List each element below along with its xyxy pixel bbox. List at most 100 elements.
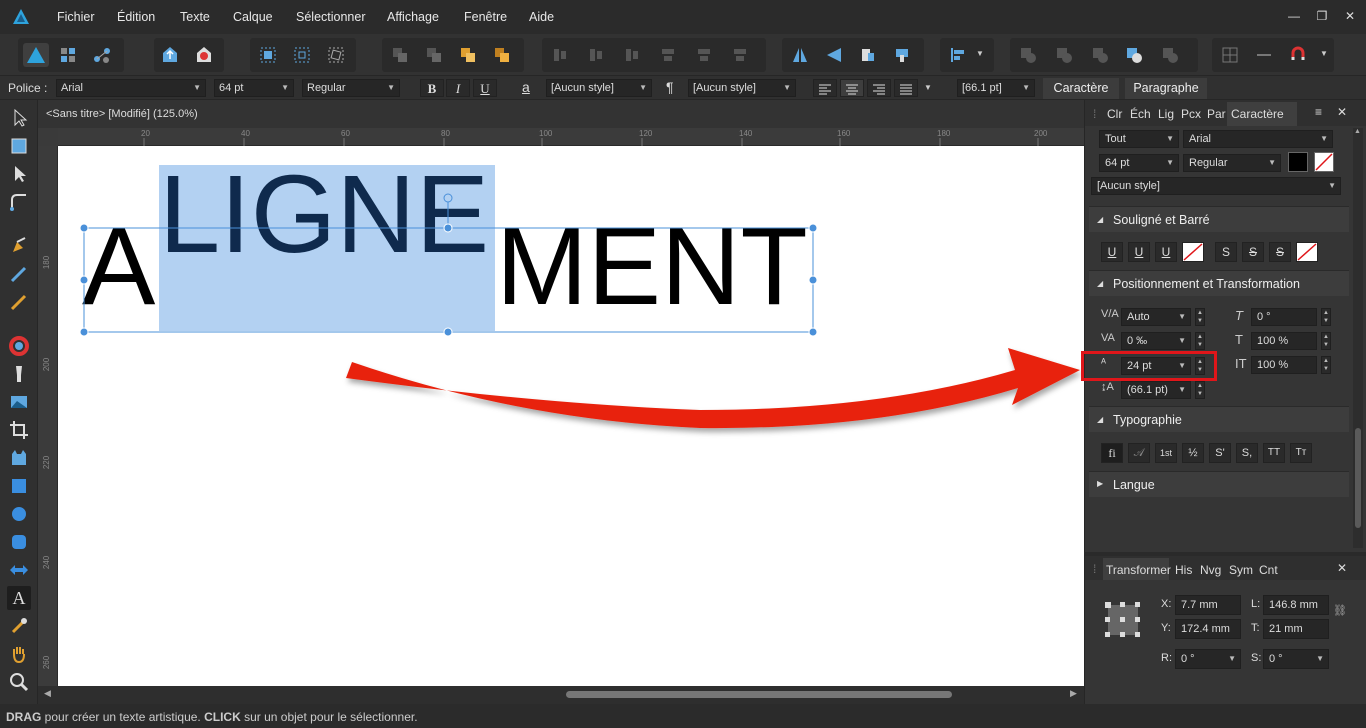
tab-sym[interactable]: Sym [1229,563,1253,577]
chevron-down-icon[interactable]: ▼ [976,49,984,58]
text-color-swatch[interactable] [1288,152,1308,172]
transform-origin-icon[interactable] [292,45,312,65]
y-position-field[interactable]: 172.4 mm [1175,619,1241,639]
rectangle-tool-icon[interactable] [7,474,31,498]
menu-calque[interactable]: Calque [233,10,273,24]
panel-font-style-select[interactable]: Regular ▼ [1183,154,1281,172]
tab-ech[interactable]: Éch [1130,107,1151,121]
tracking-spinner[interactable]: ▲ ▼ [1195,332,1205,350]
horizontal-scale-spinner[interactable]: ▲ ▼ [1321,356,1331,374]
tab-paragraphe[interactable]: Paragraphe [1125,78,1207,99]
close-window-icon[interactable]: ✕ [1340,6,1360,26]
ellipse-tool-icon[interactable] [7,502,31,526]
leading-select[interactable]: [66.1 pt] ▼ [957,79,1035,97]
section-langue[interactable]: ▶ Langue [1089,471,1349,497]
underline-double-button[interactable]: U [1128,242,1150,262]
section-typographie[interactable]: ◢ Typographie [1089,406,1349,432]
select-bounds-icon[interactable] [258,45,278,65]
paragraph-style-select[interactable]: [Aucun style] ▼ [688,79,796,97]
grid-icon[interactable] [1220,45,1240,65]
tab-par[interactable]: Par [1207,107,1226,121]
section-souligne[interactable]: ◢ Souligné et Barré [1089,206,1349,232]
bold-button[interactable]: B [420,79,444,97]
scroll-right-icon[interactable]: ▶ [1070,688,1077,699]
flip-horizontal-icon[interactable] [790,45,810,65]
tab-nvg[interactable]: Nvg [1200,563,1221,577]
panel-scrollbar[interactable]: ▲ [1353,128,1363,548]
place-image-tool-icon[interactable] [7,390,31,414]
move-front-icon[interactable] [492,45,512,65]
panel-close-icon[interactable]: ✕ [1337,561,1347,575]
chevron-down-icon[interactable]: ▼ [1320,49,1328,58]
height-field[interactable]: 21 mm [1263,619,1329,639]
superscript-button[interactable]: S' [1209,443,1231,463]
skew-field[interactable]: 0 ° [1251,308,1317,326]
move-tool-icon[interactable] [7,106,31,130]
zoom-tool-icon[interactable] [7,670,31,694]
align-left-text-button[interactable] [813,79,837,97]
align-right-icon[interactable] [622,45,642,65]
panel-font-size-select[interactable]: 64 pt ▼ [1099,154,1179,172]
align-middle-icon[interactable] [694,45,714,65]
pixel-persona-icon[interactable] [58,45,78,65]
add-boolean-icon[interactable] [1018,45,1038,65]
rounded-rectangle-tool-icon[interactable] [7,530,31,554]
vertical-scale-field[interactable]: 100 % [1251,332,1317,350]
x-position-field[interactable]: 7.7 mm [1175,595,1241,615]
tab-pcx[interactable]: Pcx [1181,107,1201,121]
strikethrough-word-button[interactable]: S [1269,242,1291,262]
snapping-magnet-icon[interactable] [1288,45,1308,65]
corner-tool-icon[interactable] [7,190,31,214]
menu-texte[interactable]: Texte [180,10,210,24]
scroll-left-icon[interactable]: ◀ [44,688,51,699]
italic-button[interactable]: I [446,79,470,97]
menu-fichier[interactable]: Fichier [57,10,95,24]
color-picker-tool-icon[interactable] [7,614,31,638]
underline-word-button[interactable]: U [1155,242,1177,262]
strikethrough-double-button[interactable]: S [1242,242,1264,262]
minimize-icon[interactable]: — [1284,6,1304,26]
leading-spinner[interactable]: ▲ ▼ [1195,381,1205,399]
link-proportions-icon[interactable]: ⛓ [1333,604,1347,617]
panel-close-icon[interactable]: ✕ [1337,105,1347,119]
discretionary-ligatures-button[interactable]: 𝒜 [1128,443,1150,463]
fill-tool-icon[interactable] [7,334,31,358]
move-backward-icon[interactable] [424,45,444,65]
export-persona-icon[interactable] [92,45,112,65]
document-canvas[interactable]: A LIGNE MENT [58,146,1084,686]
scrollbar-thumb[interactable] [1355,428,1361,528]
pencil-tool-icon[interactable] [7,262,31,286]
font-size-select[interactable]: 64 pt ▼ [214,79,294,97]
align-left-icon[interactable] [550,45,570,65]
guides-icon[interactable] [1254,45,1274,65]
vector-brush-tool-icon[interactable] [7,290,31,314]
xor-boolean-icon[interactable] [1124,45,1144,65]
align-center-text-button[interactable] [840,79,864,97]
share-icon[interactable] [160,45,180,65]
rotate-right-icon[interactable] [892,45,912,65]
character-style-select[interactable]: [Aucun style] ▼ [546,79,652,97]
underline-color-swatch[interactable] [1182,242,1204,262]
strikethrough-single-button[interactable]: S [1215,242,1237,262]
assistant-icon[interactable] [194,45,214,65]
ligatures-button[interactable]: fi [1101,443,1123,463]
underline-button[interactable]: U [473,79,497,97]
menu-selectionner[interactable]: Sélectionner [296,10,366,24]
move-forward-icon[interactable] [458,45,478,65]
scrollbar-thumb[interactable] [566,691,952,698]
align-right-text-button[interactable] [867,79,891,97]
tab-cnt[interactable]: Cnt [1259,563,1278,577]
rotate-bounds-icon[interactable] [326,45,346,65]
leading-field[interactable]: (66.1 pt) ▼ [1121,381,1191,399]
intersect-boolean-icon[interactable] [1090,45,1110,65]
align-center-icon[interactable] [586,45,606,65]
panel-font-family-select[interactable]: Arial ▼ [1183,130,1333,148]
tab-his[interactable]: His [1175,563,1192,577]
subtract-boolean-icon[interactable] [1054,45,1074,65]
section-positionnement[interactable]: ◢ Positionnement et Transformation [1089,270,1349,296]
kerning-spinner[interactable]: ▲ ▼ [1195,308,1205,326]
hand-tool-icon[interactable] [7,642,31,666]
crop-tool-icon[interactable] [7,418,31,442]
kerning-select[interactable]: Auto ▼ [1121,308,1191,326]
double-arrow-tool-icon[interactable] [7,558,31,582]
